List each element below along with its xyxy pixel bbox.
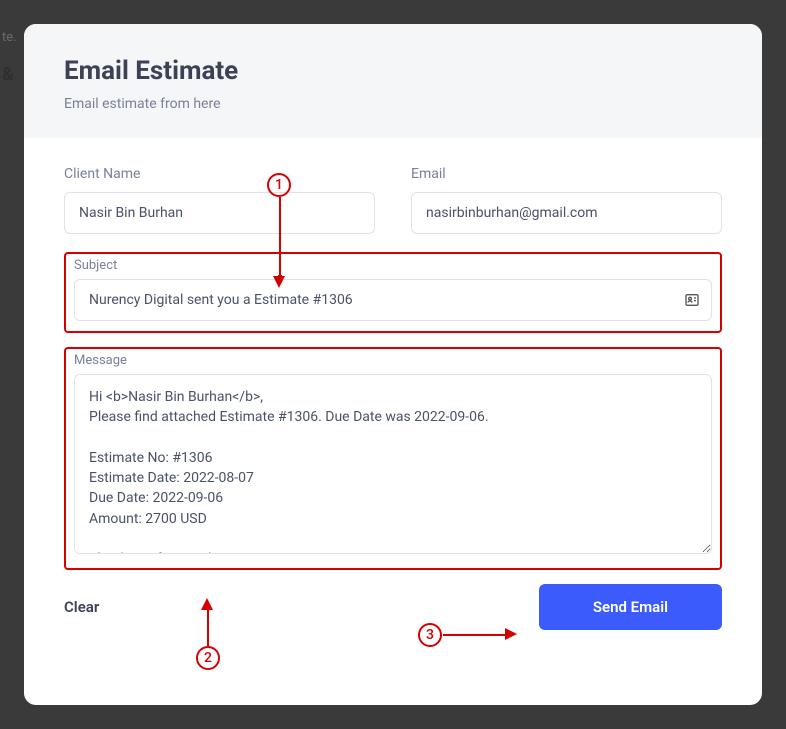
- modal-footer: Clear Send Email: [64, 584, 722, 630]
- modal-body: Client Name Email Subject: [24, 138, 762, 705]
- email-estimate-modal: Email Estimate Email estimate from here …: [24, 24, 762, 705]
- send-email-button[interactable]: Send Email: [539, 584, 722, 630]
- email-label: Email: [411, 166, 722, 182]
- subject-input-wrap: [74, 279, 712, 321]
- subject-highlight-box: Subject: [64, 252, 722, 333]
- subject-input[interactable]: [74, 279, 712, 321]
- message-textarea[interactable]: [74, 374, 712, 554]
- client-name-input[interactable]: [64, 192, 375, 234]
- email-group: Email: [411, 166, 722, 234]
- message-label: Message: [74, 353, 712, 368]
- bg-text: &: [2, 64, 14, 85]
- modal-title: Email Estimate: [64, 56, 722, 86]
- email-input[interactable]: [411, 192, 722, 234]
- form-row-client-email: Client Name Email: [64, 166, 722, 234]
- contact-card-icon[interactable]: [684, 292, 700, 308]
- bg-text: te.: [2, 30, 17, 45]
- client-name-group: Client Name: [64, 166, 375, 234]
- modal-subtitle: Email estimate from here: [64, 96, 722, 112]
- subject-label: Subject: [74, 258, 712, 273]
- clear-button[interactable]: Clear: [64, 590, 99, 624]
- client-name-label: Client Name: [64, 166, 375, 182]
- message-highlight-box: Message: [64, 347, 722, 570]
- modal-header: Email Estimate Email estimate from here: [24, 24, 762, 138]
